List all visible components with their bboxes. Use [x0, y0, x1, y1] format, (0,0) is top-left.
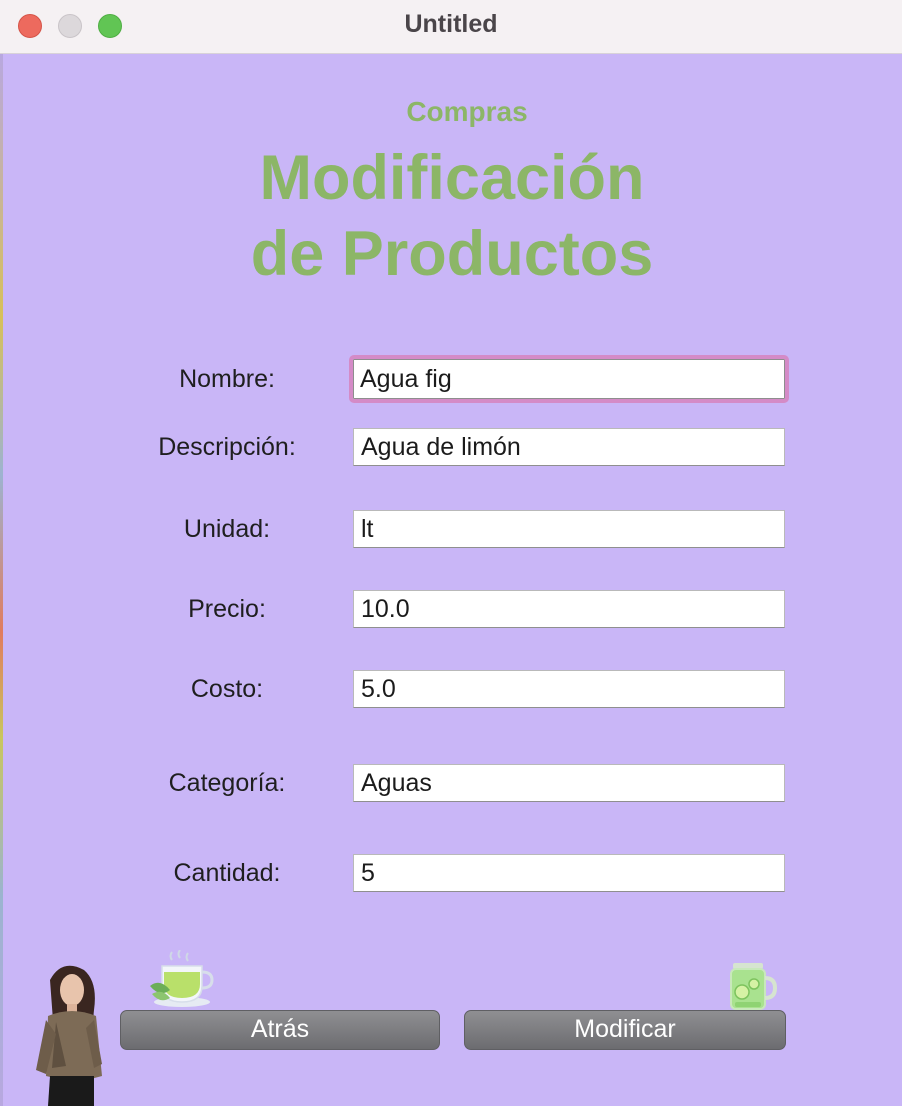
lemon-drink-jar-icon: [726, 960, 778, 1012]
section-subtitle: Compras: [406, 96, 528, 127]
woman-photo: [28, 960, 108, 1106]
back-button[interactable]: Atrás: [120, 1010, 440, 1050]
unidad-label: Unidad:: [183, 515, 271, 543]
descripcion-label: Descripción:: [158, 433, 296, 461]
categoria-field[interactable]: [353, 764, 785, 802]
page-title-line-2: de Productos: [250, 219, 654, 289]
costo-field[interactable]: [353, 670, 785, 708]
descripcion-field[interactable]: [353, 428, 785, 466]
precio-field[interactable]: [353, 590, 785, 628]
nombre-label: Nombre:: [179, 365, 275, 393]
nombre-field[interactable]: [349, 355, 789, 403]
tea-cup-icon: [146, 949, 216, 1010]
cantidad-label: Cantidad:: [173, 859, 281, 887]
modify-button[interactable]: Modificar: [464, 1010, 786, 1050]
unidad-field[interactable]: [353, 510, 785, 548]
title-bar: Untitled: [0, 0, 902, 54]
page-title-line-1: Modificación: [259, 143, 645, 213]
page-title: Modificación de Productos: [0, 140, 902, 292]
categoria-label: Categoría:: [168, 769, 286, 797]
precio-label: Precio:: [188, 595, 266, 623]
costo-label: Costo:: [190, 675, 264, 703]
cantidad-field[interactable]: [353, 854, 785, 892]
window-title: Untitled: [404, 10, 498, 38]
app-window: Untitled Compras Modificación de Product…: [0, 0, 902, 1106]
